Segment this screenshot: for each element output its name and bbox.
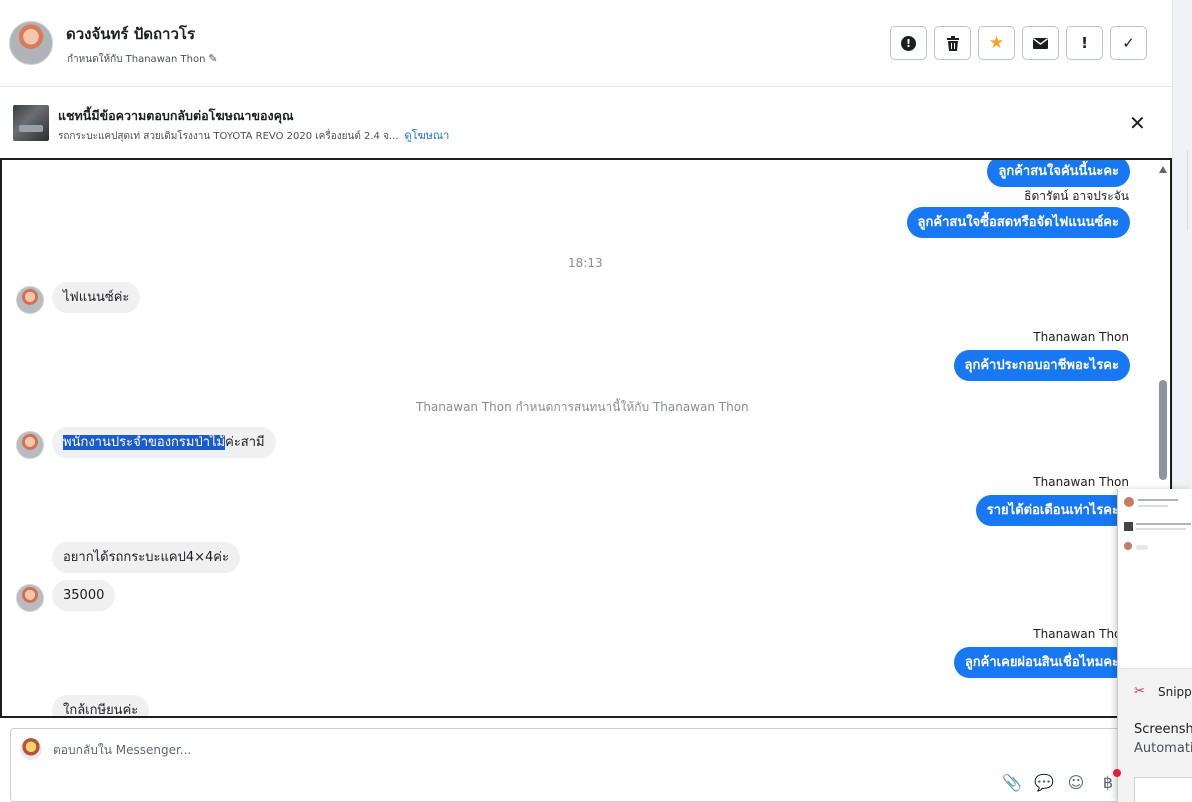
contact-avatar-small[interactable]: [16, 431, 44, 459]
incoming-message[interactable]: พนักงานประจำของกรมป่าไม้ค่ะสามี: [52, 427, 276, 458]
contact-avatar[interactable]: [9, 21, 53, 65]
header-action-buttons: ! ★ ! ✓: [890, 26, 1147, 60]
outgoing-message[interactable]: ลูกค้าสนใจซื้อสดหรือจัดไฟแนนซ์คะ: [906, 207, 1130, 238]
spam-button[interactable]: !: [890, 26, 927, 60]
assignment-label[interactable]: กำหนดให้กับ Thanawan Thon ✎: [67, 52, 218, 67]
star-button[interactable]: ★: [978, 26, 1015, 60]
ad-description: รถกระบะแคปสุดเท่ สวยเดิมโรงงาน TOYOTA RE…: [58, 131, 399, 142]
star-icon: ★: [988, 33, 1005, 53]
preview-line: [1136, 528, 1186, 530]
delete-button[interactable]: [934, 26, 971, 60]
close-icon[interactable]: ✕: [1129, 111, 1146, 135]
selected-text: พนักงานประจำของกรมป่าไม้: [63, 435, 226, 450]
preview-thumbnail: [1124, 522, 1133, 531]
composer-toolbar: 📎 💬 ☺ ฿: [1002, 773, 1118, 792]
trash-icon: [946, 35, 959, 51]
check-icon: ✓: [1122, 34, 1135, 52]
sender-name: Thanawan Thon: [1033, 627, 1129, 641]
sender-name: Thanawan Thon: [1033, 330, 1129, 344]
preview-line: [1136, 523, 1191, 525]
screenshot-preview[interactable]: [1118, 489, 1192, 669]
scrollbar-thumb[interactable]: [1159, 380, 1167, 480]
incoming-message[interactable]: 35000: [52, 580, 116, 611]
conversation-header: ดวงจันทร์ ปัดถาวโร กำหนดให้กับ Thanawan …: [0, 0, 1172, 87]
assigned-text: กำหนดให้กับ Thanawan Thon: [67, 54, 206, 65]
notification-title: Screenshot copied: [1134, 722, 1192, 737]
envelope-icon: [1033, 37, 1048, 49]
reply-composer: 📎 💬 ☺ ฿: [10, 728, 1160, 802]
mark-done-button[interactable]: ✓: [1110, 26, 1147, 60]
message-text: ค่ะสามี: [225, 435, 265, 450]
reply-input[interactable]: [53, 743, 753, 757]
outgoing-message[interactable]: ลุกค้าประกอบอาชีพอะไรคะ: [953, 350, 1130, 381]
preview-line: [1138, 505, 1168, 507]
outgoing-message[interactable]: รายได้ต่อเดือนเท่าไรคะ: [975, 495, 1130, 526]
sender-name: ธิดารัตน์ อาจประจัน: [1024, 189, 1129, 203]
assignment-notice: Thanawan Thon กำหนดการสนทนานี้ให้กับ Tha…: [416, 400, 749, 414]
preview-avatar: [1124, 542, 1132, 550]
emoji-icon[interactable]: ☺: [1066, 773, 1086, 792]
preview-avatar: [1124, 497, 1134, 507]
page-avatar: [20, 738, 42, 760]
contact-avatar-small[interactable]: [16, 584, 44, 612]
contact-avatar-small[interactable]: [16, 286, 44, 314]
snipping-notification[interactable]: ✂ Snipping Tool Screenshot copied Automa…: [1117, 489, 1192, 802]
ad-context-bar: แชทนี้มีข้อความตอบกลับต่อโฆษณาของคุณ รถก…: [0, 88, 1172, 158]
view-ad-link[interactable]: ดูโฆษณา: [404, 129, 449, 142]
exclamation-circle-icon: !: [901, 35, 916, 51]
ad-thumbnail[interactable]: [13, 105, 49, 141]
preview-bubble: [1136, 545, 1148, 550]
contact-name[interactable]: ดวงจันทร์ ปัดถาวโร: [66, 22, 195, 46]
conversation-thread[interactable]: ลูกค้าสนใจคันนี้นะคะ ธิดารัตน์ อาจประจัน…: [0, 158, 1172, 718]
panel-divider: [1187, 150, 1192, 230]
sender-name: Thanawan Thon: [1033, 475, 1129, 489]
scroll-up-arrow-icon[interactable]: [1159, 166, 1167, 173]
notification-body: Automatically saved: [1134, 741, 1192, 756]
pencil-icon[interactable]: ✎: [208, 52, 217, 65]
notification-app-title: Snipping Tool: [1158, 685, 1192, 699]
ad-subtitle: รถกระบะแคปสุดเท่ สวยเดิมโรงงาน TOYOTA RE…: [58, 126, 449, 144]
notification-badge: [1113, 769, 1121, 777]
incoming-message[interactable]: ไฟแนนซ์ค่ะ: [52, 282, 141, 313]
notification-action-area[interactable]: [1134, 777, 1192, 802]
messenger-inbox-app: ดวงจันทร์ ปัดถาวโร กำหนดให้กับ Thanawan …: [0, 0, 1192, 802]
snipping-tool-icon: ✂: [1134, 684, 1145, 699]
timestamp: 18:13: [568, 256, 603, 270]
exclamation-icon: !: [1081, 34, 1088, 52]
incoming-message[interactable]: ใกล้เกษียนค่ะ: [52, 695, 150, 716]
follow-up-button[interactable]: !: [1066, 26, 1103, 60]
mark-unread-button[interactable]: [1022, 26, 1059, 60]
preview-line: [1138, 499, 1178, 501]
outgoing-message[interactable]: ลูกค้าสนใจคันนี้นะคะ: [987, 160, 1130, 187]
saved-replies-icon[interactable]: 💬: [1034, 773, 1054, 792]
incoming-message[interactable]: อยากได้รถกระบะแคป4×4ค่ะ: [52, 542, 240, 573]
outgoing-message[interactable]: ลูกค้าเคยผ่อนสินเชื่อไหมคะ: [953, 647, 1130, 678]
attachment-icon[interactable]: 📎: [1002, 773, 1022, 792]
ad-title: แชทนี้มีข้อความตอบกลับต่อโฆษณาของคุณ: [58, 108, 294, 123]
